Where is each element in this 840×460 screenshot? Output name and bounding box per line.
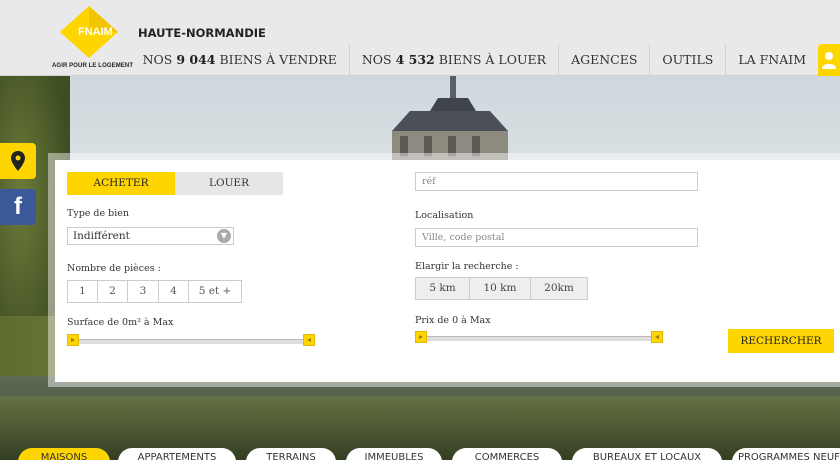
nav-agencies[interactable]: AGENCES xyxy=(558,44,649,76)
logo-text: FNAIM xyxy=(78,26,113,38)
reference-input[interactable]: réf xyxy=(415,172,698,191)
nav-tools[interactable]: OUTILS xyxy=(649,44,725,76)
price-min-handle[interactable] xyxy=(415,331,427,343)
location-label: Localisation xyxy=(415,210,474,221)
region-title: HAUTE-NORMANDIE xyxy=(138,26,266,40)
radius-option-20km[interactable]: 20km xyxy=(531,277,588,300)
surface-slider-track xyxy=(73,339,309,344)
category-tab-appartements[interactable]: APPARTEMENTS xyxy=(118,448,236,460)
logo-tagline: AGIR POUR LE LOGEMENT xyxy=(52,63,134,69)
property-type-label: Type de bien xyxy=(67,208,130,219)
category-tabs: MAISONS APPARTEMENTS TERRAINS IMMEUBLES … xyxy=(0,448,840,460)
property-type-select[interactable]: Indifférent ▼ xyxy=(67,227,234,245)
category-tab-commerces[interactable]: COMMERCES xyxy=(452,448,562,460)
rooms-option-4[interactable]: 4 xyxy=(159,280,189,303)
rooms-option-2[interactable]: 2 xyxy=(98,280,128,303)
category-tab-immeubles[interactable]: IMMEUBLES xyxy=(346,448,442,460)
transaction-tabs: ACHETER LOUER xyxy=(67,172,283,195)
surface-slider[interactable] xyxy=(67,334,315,348)
widen-search-label: Elargir la recherche : xyxy=(415,261,519,272)
location-input[interactable]: Ville, code postal xyxy=(415,228,698,247)
rooms-selector: 1 2 3 4 5 et + xyxy=(67,280,242,303)
chevron-down-icon: ▼ xyxy=(217,229,231,243)
user-glyph-icon xyxy=(822,52,836,69)
user-icon[interactable] xyxy=(818,44,840,76)
nav-sale-listings[interactable]: NOS 9 044 BIENS À VENDRE xyxy=(131,44,349,76)
category-tab-maisons[interactable]: MAISONS xyxy=(18,448,110,460)
main-nav: NOS 9 044 BIENS À VENDRE NOS 4 532 BIENS… xyxy=(131,44,840,76)
radius-option-5km[interactable]: 5 km xyxy=(415,277,470,300)
category-tab-bureaux[interactable]: BUREAUX ET LOCAUX xyxy=(572,448,722,460)
site-header: FNAIM AGIR POUR LE LOGEMENT HAUTE-NORMAN… xyxy=(0,0,840,76)
facebook-icon[interactable]: f xyxy=(0,189,36,225)
tab-rent[interactable]: LOUER xyxy=(175,172,283,195)
search-button[interactable]: RECHERCHER xyxy=(728,329,834,353)
surface-min-handle[interactable] xyxy=(67,334,79,346)
category-tab-terrains[interactable]: TERRAINS xyxy=(246,448,336,460)
price-label: Prix de 0 à Max xyxy=(415,315,491,326)
rooms-option-1[interactable]: 1 xyxy=(67,280,98,303)
map-pin-glyph-icon xyxy=(11,151,25,171)
price-max-handle[interactable] xyxy=(651,331,663,343)
surface-label: Surface de 0m² à Max xyxy=(67,317,174,328)
radius-option-10km[interactable]: 10 km xyxy=(470,277,531,300)
price-slider[interactable] xyxy=(415,331,663,345)
search-panel: ACHETER LOUER Type de bien Indifférent ▼… xyxy=(55,160,840,382)
tab-buy[interactable]: ACHETER xyxy=(67,172,175,195)
rooms-option-3[interactable]: 3 xyxy=(128,280,159,303)
nav-rent-listings[interactable]: NOS 4 532 BIENS À LOUER xyxy=(348,44,558,76)
map-pin-icon[interactable] xyxy=(0,143,36,179)
radius-selector: 5 km 10 km 20km xyxy=(415,277,588,300)
rooms-label: Nombre de pièces : xyxy=(67,263,161,274)
rooms-option-5-plus[interactable]: 5 et + xyxy=(189,280,242,303)
nav-la-fnaim[interactable]: LA FNAIM xyxy=(725,44,818,76)
surface-max-handle[interactable] xyxy=(303,334,315,346)
property-type-value: Indifférent xyxy=(73,230,130,242)
price-slider-track xyxy=(421,336,657,341)
category-tab-programmes-neufs[interactable]: PROGRAMMES NEUFS xyxy=(732,448,840,460)
